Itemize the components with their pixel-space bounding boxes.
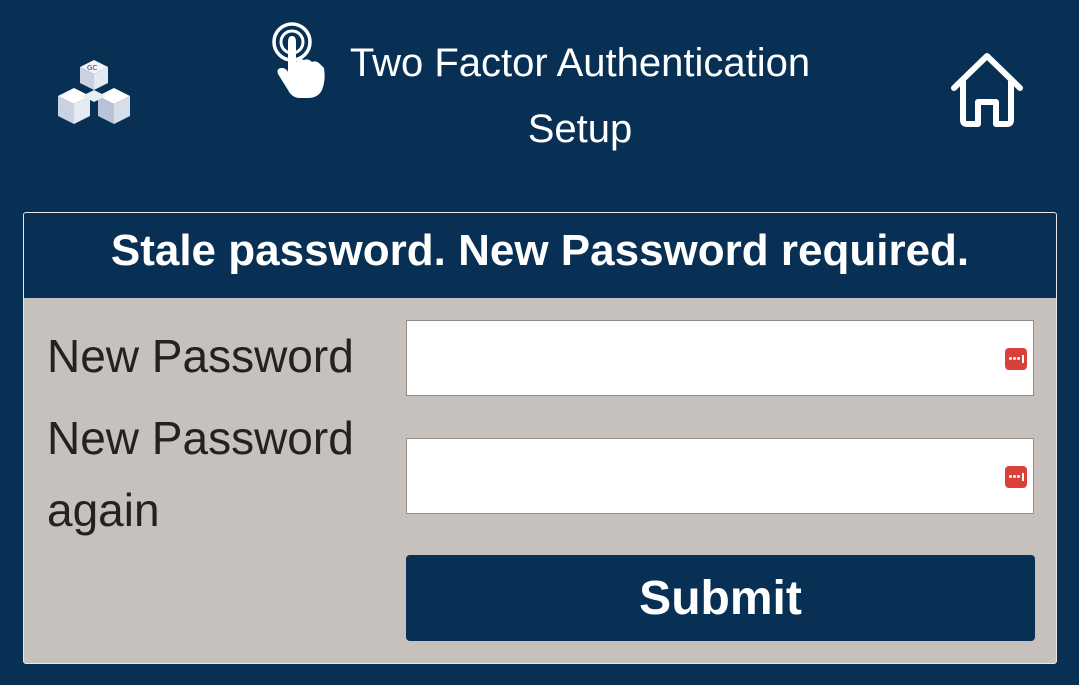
new-password-label: New Password bbox=[47, 330, 354, 382]
panel-heading: Stale password. New Password required. bbox=[24, 213, 1056, 298]
new-password-input[interactable] bbox=[406, 320, 1034, 396]
password-manager-icon[interactable] bbox=[1005, 348, 1027, 370]
page-header: GC Two Factor Authentication Setup bbox=[0, 0, 1079, 200]
password-reset-panel: Stale password. New Password required. N… bbox=[23, 212, 1057, 664]
new-password-again-label: New Password again bbox=[47, 412, 354, 536]
svg-text:GC: GC bbox=[87, 64, 97, 72]
page-title: Two Factor Authentication Setup bbox=[349, 41, 811, 151]
password-manager-icon[interactable] bbox=[1005, 466, 1027, 488]
home-icon[interactable] bbox=[946, 48, 1028, 130]
cube-logo-icon: GC bbox=[58, 60, 130, 124]
touch-hand-icon bbox=[272, 22, 325, 98]
submit-button[interactable]: Submit bbox=[406, 555, 1035, 641]
new-password-again-input[interactable] bbox=[406, 438, 1034, 514]
